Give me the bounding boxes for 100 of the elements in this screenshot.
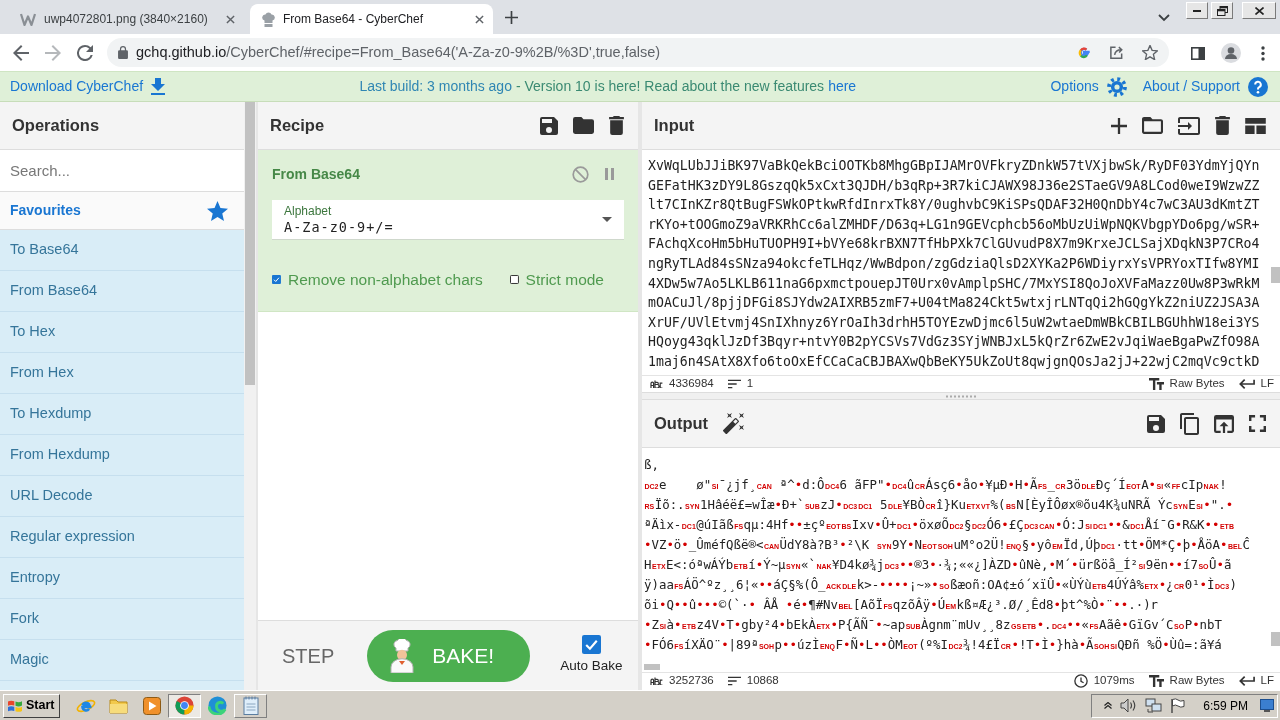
round-logo-icon[interactable] xyxy=(175,696,195,715)
help-icon[interactable] xyxy=(1248,76,1268,97)
line-count: 10868 xyxy=(746,673,779,689)
text-line: XvWqLUbJJiBK97VaBkQekBciOOTKb8MhgGBpIJAMrOVFkryZDnkW57tVXjbwSk/RyDF03YdmYjQYn xyxy=(648,157,1261,175)
chef-icon xyxy=(389,638,416,673)
fullscreen-icon[interactable] xyxy=(1249,415,1266,432)
magic-wand-icon[interactable] xyxy=(723,413,745,435)
trash-icon[interactable] xyxy=(609,116,624,135)
checkbox-label: Strict mode xyxy=(525,270,604,290)
about-support-link[interactable]: About / Support xyxy=(1142,76,1240,97)
bake-button[interactable]: BAKE! xyxy=(367,629,531,682)
new-tab-icon[interactable] xyxy=(505,11,518,25)
panel-title: Recipe xyxy=(270,115,325,137)
download-icon[interactable] xyxy=(151,78,166,95)
start-button[interactable]: Start xyxy=(3,693,61,718)
checkbox-label: Remove non-alphabet chars xyxy=(287,270,483,290)
scrollbar-thumb[interactable] xyxy=(644,664,660,670)
layout-icon[interactable] xyxy=(1245,117,1266,134)
address-bar[interactable]: gchq.github.io/CyberChef/#recipe=From_Base64('A-Za-z0-9%2B/%3D',true,false) xyxy=(107,38,1169,67)
trash-icon[interactable] xyxy=(1215,116,1230,135)
download-link[interactable]: Download CyberChef xyxy=(10,76,144,97)
last-build-text: Last build: 3 months ago xyxy=(359,78,512,94)
line-count: 1 xyxy=(746,376,754,392)
zigzag-logo-icon xyxy=(20,12,36,26)
lines-icon xyxy=(727,379,741,389)
lines-icon xyxy=(727,676,741,686)
caret-down-icon[interactable] xyxy=(602,217,612,222)
folder-icon[interactable] xyxy=(573,117,594,134)
chevron-up-icon[interactable] xyxy=(1104,702,1113,709)
plus-icon[interactable] xyxy=(1111,117,1127,134)
close-icon[interactable] xyxy=(475,14,484,24)
browser-tab[interactable]: uwp4072801.png (3840×2160) xyxy=(8,4,244,34)
text-line: FAchqXcoHm5bHuTUOPH9I+bVYe68krBXN7TfHbPXk7ClGUvudP8X7m9KrxeJCLSajXDqkN3P7CRo4 xyxy=(648,235,1261,254)
lock-icon[interactable] xyxy=(118,46,128,59)
flag-icon[interactable] xyxy=(1170,698,1186,713)
close-icon[interactable] xyxy=(226,14,235,24)
close-window-button[interactable] xyxy=(1242,2,1276,19)
panel-title: Input xyxy=(654,115,695,137)
speaker-icon[interactable] xyxy=(1120,698,1138,713)
return-arrow-icon[interactable] xyxy=(1238,676,1255,686)
encoding-label[interactable]: Raw Bytes xyxy=(1169,672,1225,690)
eol-label[interactable]: LF xyxy=(1260,375,1274,393)
restore-icon xyxy=(1216,5,1228,16)
eol-label[interactable]: LF xyxy=(1260,672,1274,690)
chevron-down-icon[interactable] xyxy=(1158,13,1170,22)
scrollbar-thumb[interactable] xyxy=(1271,632,1280,646)
play-icon[interactable] xyxy=(143,696,161,715)
text-line: ß, xyxy=(644,456,660,474)
text-size-icon[interactable] xyxy=(1148,675,1164,687)
notepad-icon[interactable] xyxy=(243,696,259,715)
taskbar-button[interactable] xyxy=(168,693,202,718)
restore-button[interactable] xyxy=(1211,2,1233,19)
open-in-input-icon[interactable] xyxy=(1214,414,1234,433)
copy-icon[interactable] xyxy=(1180,412,1199,435)
chef-hat-icon xyxy=(262,11,275,27)
step-button[interactable]: STEP xyxy=(282,640,335,671)
checkbox[interactable] xyxy=(581,634,601,654)
minimize-button[interactable] xyxy=(1186,2,1208,19)
text-size-icon[interactable] xyxy=(1148,378,1164,390)
resize-handle-icon[interactable] xyxy=(946,394,976,398)
sidebar-icon[interactable] xyxy=(1191,46,1205,60)
favourites-heading[interactable]: Favourites xyxy=(10,200,81,221)
minimize-icon xyxy=(1193,9,1201,12)
clock-icon xyxy=(1073,674,1088,688)
encoding-label[interactable]: Raw Bytes xyxy=(1169,375,1225,393)
search-field[interactable]: Search... xyxy=(0,150,244,192)
close-icon xyxy=(1254,6,1264,15)
select-field[interactable]: Alphabet A-Za-z0-9+/= xyxy=(272,200,624,240)
save-icon[interactable] xyxy=(540,116,558,135)
import-icon[interactable] xyxy=(1178,116,1200,135)
g-letter-icon[interactable] xyxy=(1077,45,1091,60)
reload-icon[interactable] xyxy=(77,44,93,61)
share-icon[interactable] xyxy=(1109,45,1124,60)
text-line: 4XDw5w7Ao5LKLB611naG6pxmctpouepJT0Urx0vAmplpSHC/7MxYSI8QoJoXVFaMazz0Uw8P3wRkM xyxy=(648,274,1261,293)
kebab-menu-icon[interactable] xyxy=(1261,45,1265,61)
length-count: 3252736 xyxy=(669,673,714,689)
length-count: 4336984 xyxy=(669,376,714,392)
checkbox-label: Auto Bake xyxy=(560,656,623,675)
network-icon[interactable] xyxy=(1145,697,1163,714)
here-link[interactable]: here xyxy=(828,78,857,94)
scrollbar-thumb[interactable] xyxy=(245,102,255,385)
folder-icon[interactable] xyxy=(1142,117,1163,134)
clock-time: 6:59 PM xyxy=(1203,697,1248,715)
star-icon[interactable] xyxy=(207,200,228,221)
show-desktop-icon[interactable] xyxy=(1260,699,1274,712)
panel-title: Operations xyxy=(12,115,100,137)
options-link[interactable]: Options xyxy=(1050,76,1099,97)
profile-icon[interactable] xyxy=(1221,42,1241,63)
text-line: lt7CInKZr8QtBugFSWkOPtkwRfdInrxTk8Y/0ughvbC9KiSPsQDAF32H0QnDbY4c7wC3AU3dKmtZT xyxy=(648,196,1261,215)
settings-icon[interactable] xyxy=(1106,76,1127,97)
text-line: mOACuJl/8pjjDFGi8SJYdw2AIXRB5zmF7+U04tMa824Ckt5wtxjrLNTqQi2hGQgYkZ2niUZ2JSA3A xyxy=(648,294,1261,313)
text-line: GEFatHK3zDY9L8GszqQk5xCxt3QJDH/b3qRp+3R7kiCJAWX98J36e2STaeGV9A8LCod0weI9WzwZZ xyxy=(648,176,1261,195)
save-icon[interactable] xyxy=(1147,414,1165,433)
back-arrow-icon[interactable] xyxy=(13,44,29,61)
text-line: 1maj6n4SAtX8Xfo6toOxEfCCaCaCBJBAXwQbBeKY5UkZoUt8qwjgnQOsJa2jJ+22wjC2mqVc9ctkD xyxy=(648,352,1261,371)
return-arrow-icon[interactable] xyxy=(1238,379,1255,389)
browser-tab[interactable]: From Base64 - CyberChef xyxy=(250,4,493,34)
text-line: XrUF/UVlEtvmj4SnIXhnyz6YrOaIh3drhH5TOYEzwDjmc6l5uW2wtaeDmWBkCBILBGUhhW18ei3YS xyxy=(648,313,1261,332)
scrollbar-thumb[interactable] xyxy=(1271,267,1280,283)
star-outline-icon[interactable] xyxy=(1142,45,1158,60)
